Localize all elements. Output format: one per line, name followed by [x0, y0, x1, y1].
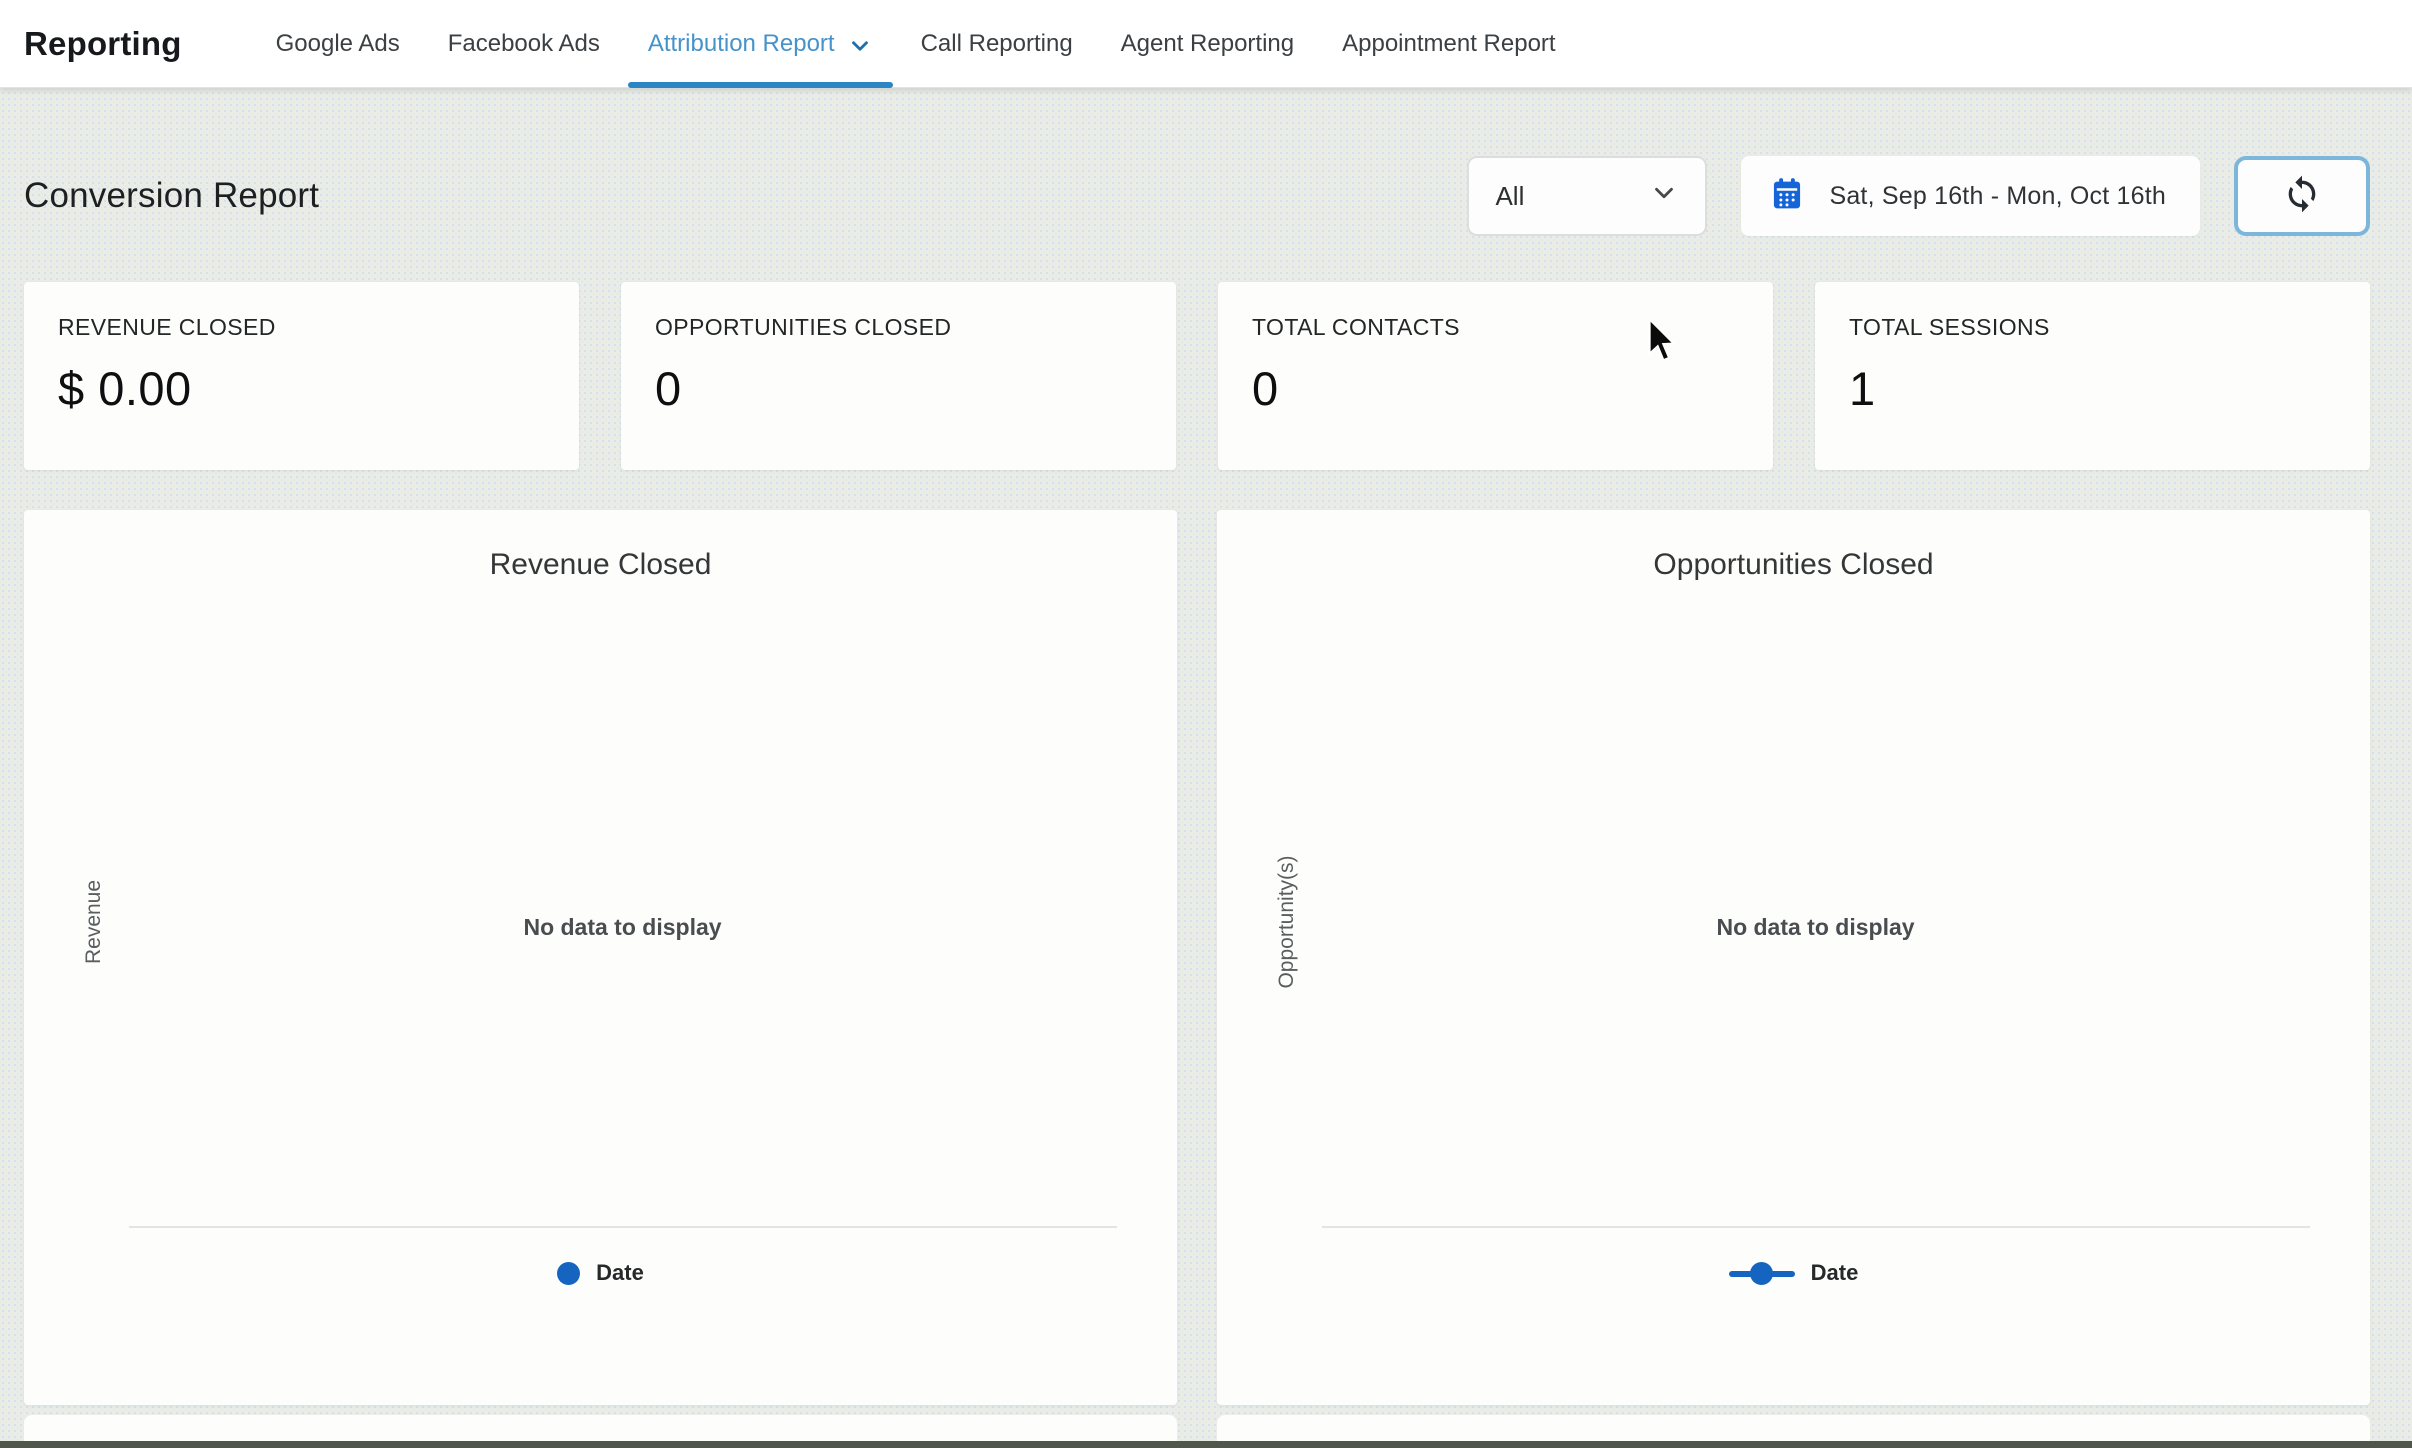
chart-title: Revenue Closed: [24, 548, 1177, 582]
stat-label: REVENUE CLOSED: [58, 314, 545, 341]
empty-chart-message: No data to display: [1716, 914, 1914, 941]
tab-label: Attribution Report: [648, 30, 835, 58]
stat-value: $ 0.00: [58, 361, 545, 416]
stat-card-revenue-closed: REVENUE CLOSED $ 0.00: [24, 282, 579, 470]
stat-card-total-sessions: TOTAL SESSIONS 1: [1815, 282, 2370, 470]
y-axis-label: Opportunity(s): [1275, 855, 1299, 988]
date-range-picker[interactable]: Sat, Sep 16th - Mon, Oct 16th: [1741, 156, 2200, 236]
screen-bottom-edge: [0, 1441, 2412, 1448]
tab-label: Appointment Report: [1342, 30, 1555, 58]
refresh-icon: [2282, 174, 2322, 219]
page-content: Conversion Report All: [0, 156, 2412, 1448]
tab-label: Facebook Ads: [448, 30, 600, 58]
tab-agent-reporting[interactable]: Agent Reporting: [1121, 0, 1294, 88]
chevron-down-icon: [1649, 178, 1679, 215]
stat-label: TOTAL SESSIONS: [1849, 314, 2336, 341]
tab-label: Call Reporting: [921, 30, 1073, 58]
empty-chart-message: No data to display: [523, 914, 721, 941]
chart-revenue-closed: Revenue Closed Revenue No data to displa…: [24, 510, 1177, 1405]
chart-legend[interactable]: Date: [24, 1260, 1177, 1286]
stat-card-opportunities-closed: OPPORTUNITIES CLOSED 0: [621, 282, 1176, 470]
date-range-label: Sat, Sep 16th - Mon, Oct 16th: [1829, 182, 2166, 211]
chart-opportunities-closed: Opportunities Closed Opportunity(s) No d…: [1217, 510, 2370, 1405]
legend-label: Date: [596, 1260, 644, 1286]
top-navigation-bar: Reporting Google Ads Facebook Ads Attrib…: [0, 0, 2412, 88]
calendar-icon: [1771, 177, 1803, 216]
chart-title: Opportunities Closed: [1217, 548, 2370, 582]
chart-legend[interactable]: Date: [1217, 1260, 2370, 1286]
stat-label: OPPORTUNITIES CLOSED: [655, 314, 1142, 341]
report-controls: All Sat, Sep 16th: [1467, 156, 2370, 236]
x-axis-line: [1322, 1226, 2310, 1228]
stat-cards-row: REVENUE CLOSED $ 0.00 OPPORTUNITIES CLOS…: [24, 282, 2370, 470]
x-axis-line: [129, 1226, 1117, 1228]
page-title: Conversion Report: [24, 176, 319, 216]
tab-label: Agent Reporting: [1121, 30, 1294, 58]
tab-attribution-report[interactable]: Attribution Report: [648, 0, 873, 88]
report-header: Conversion Report All: [24, 156, 2370, 236]
y-axis-label: Revenue: [82, 880, 106, 964]
charts-row: Revenue Closed Revenue No data to displa…: [24, 510, 2370, 1405]
chevron-down-icon: [847, 33, 873, 59]
app-title: Reporting: [24, 25, 182, 63]
refresh-button[interactable]: [2234, 156, 2370, 236]
stat-label: TOTAL CONTACTS: [1252, 314, 1739, 341]
legend-line-circle-marker-icon: [1729, 1262, 1795, 1285]
stat-card-total-contacts: TOTAL CONTACTS 0: [1218, 282, 1773, 470]
stat-value: 1: [1849, 361, 2336, 416]
stat-value: 0: [655, 361, 1142, 416]
tab-facebook-ads[interactable]: Facebook Ads: [448, 0, 600, 88]
tab-google-ads[interactable]: Google Ads: [276, 0, 400, 88]
filter-dropdown-value: All: [1495, 181, 1524, 212]
stat-value: 0: [1252, 361, 1739, 416]
tab-call-reporting[interactable]: Call Reporting: [921, 0, 1073, 88]
tab-appointment-report[interactable]: Appointment Report: [1342, 0, 1555, 88]
filter-dropdown[interactable]: All: [1467, 156, 1707, 236]
legend-label: Date: [1811, 1260, 1859, 1286]
tab-label: Google Ads: [276, 30, 400, 58]
legend-circle-marker-icon: [557, 1262, 580, 1285]
